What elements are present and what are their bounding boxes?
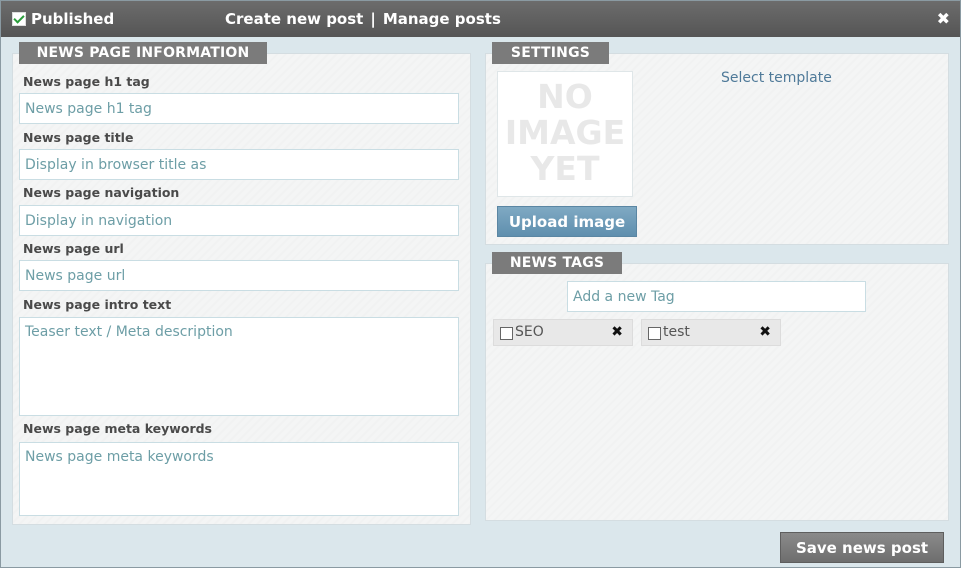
tag-label: SEO [515,324,544,340]
dialog-titlebar: Published Create new post | Manage posts ✖ [1,1,960,37]
page-navigation-label: News page navigation [23,185,180,200]
published-toggle[interactable]: Published [12,10,114,28]
nav-separator: | [370,10,376,28]
settings-heading: SETTINGS [492,42,609,64]
news-info-heading: NEWS PAGE INFORMATION [19,42,267,64]
intro-text-label: News page intro text [23,297,172,312]
intro-text-textarea[interactable] [19,317,459,416]
manage-posts-link[interactable]: Manage posts [383,10,501,28]
header-nav: Create new post | Manage posts [225,10,501,28]
news-post-dialog: Published Create new post | Manage posts ✖… [0,0,961,568]
no-image-line: YET [530,149,600,188]
tag-checkbox[interactable] [648,327,661,340]
remove-tag-icon[interactable]: ✖ [759,324,771,340]
upload-image-button[interactable]: Upload image [497,206,637,237]
page-title-label: News page title [23,130,134,145]
page-title-input[interactable] [19,149,459,180]
meta-keywords-textarea[interactable] [19,442,459,516]
no-image-placeholder: NO IMAGE YET [497,71,633,197]
add-tag-input[interactable] [567,281,866,312]
save-news-post-button[interactable]: Save news post [780,532,944,563]
published-checkbox[interactable] [12,12,26,26]
tag-label: test [663,324,690,340]
news-tags-heading: NEWS TAGS [492,252,622,274]
page-url-input[interactable] [19,260,459,291]
page-url-label: News page url [23,241,124,256]
h1-tag-label: News page h1 tag [23,74,150,89]
h1-tag-input[interactable] [19,93,459,124]
meta-keywords-label: News page meta keywords [23,421,212,436]
no-image-line: IMAGE [504,113,626,152]
close-icon[interactable]: ✖ [937,9,950,28]
tag-item-seo: SEO ✖ [493,319,633,346]
no-image-line: NO [537,77,593,116]
published-label: Published [31,10,115,28]
select-template-link[interactable]: Select template [721,70,832,86]
create-new-post-link[interactable]: Create new post [225,10,363,28]
page-navigation-input[interactable] [19,205,459,236]
tag-item-test: test ✖ [641,319,781,346]
remove-tag-icon[interactable]: ✖ [611,324,623,340]
tag-checkbox[interactable] [500,327,513,340]
